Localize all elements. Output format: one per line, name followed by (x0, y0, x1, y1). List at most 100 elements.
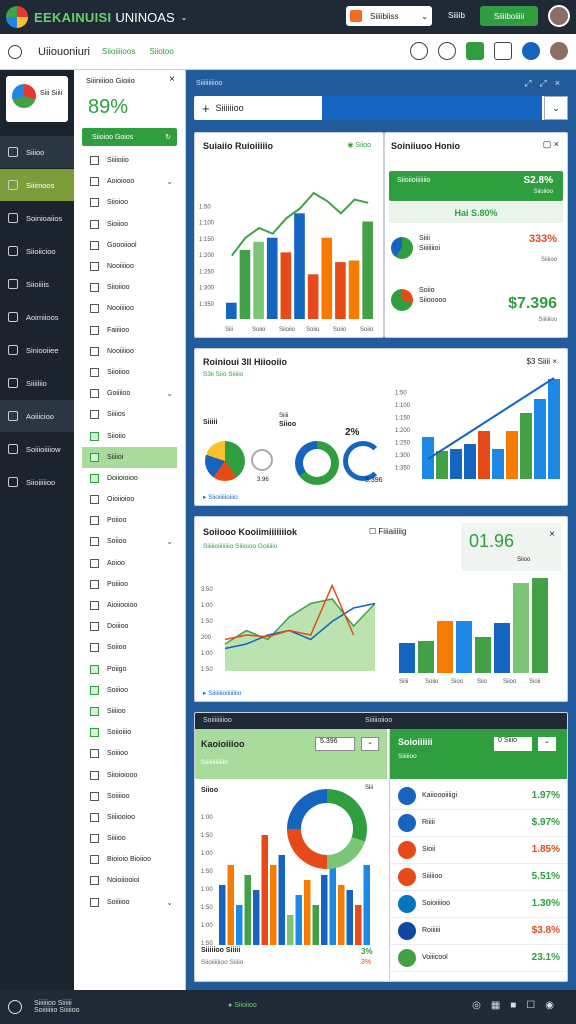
panel-footer[interactable]: ▸ Siiiiiiioiiiiiiiio (203, 689, 241, 697)
list-item[interactable]: Voiiicool 23.1% (390, 945, 567, 972)
filter-row[interactable]: Bioioio Bioiioo (74, 849, 185, 870)
filter-row[interactable]: Aioiiooioo (74, 595, 185, 616)
filter-row[interactable]: Siioiio (74, 425, 185, 446)
checkbox-icon[interactable] (90, 876, 99, 886)
checkbox-icon[interactable] (90, 516, 99, 526)
nav-item-0[interactable]: Siiioo (0, 136, 74, 168)
filter-row[interactable]: Siioioo (74, 192, 185, 213)
filter-row[interactable]: Goooiiool (74, 235, 185, 256)
checkbox-icon[interactable] (90, 558, 99, 568)
checkbox-icon[interactable] (90, 198, 99, 208)
checkbox-icon[interactable] (90, 643, 99, 653)
panel-footer[interactable]: ▸ Siioiiiiioiiio (203, 493, 238, 501)
checkbox-icon[interactable] (90, 367, 99, 377)
nav-item-7[interactable]: Siiiiliio (0, 367, 74, 399)
primary-action-button[interactable]: Siiiiboiiiii (480, 6, 538, 26)
filter-row[interactable]: Goiiiioo ⌄ (74, 383, 185, 404)
filter-row[interactable]: Poiiioo (74, 574, 185, 595)
list-item[interactable]: Soioiiiioo 1.30% (390, 891, 567, 918)
chevron-icon[interactable]: ⌄ (166, 898, 173, 907)
filter-green-button[interactable]: Siioioo Goios ↻ (82, 128, 177, 146)
checkbox-icon[interactable] (90, 431, 99, 441)
list-item[interactable]: Roiiiiii $3.8% (390, 918, 567, 945)
document-icon[interactable] (494, 42, 512, 60)
filter-row[interactable]: Siiiioo (74, 701, 185, 722)
filter-row[interactable]: Nooiiiioo (74, 298, 185, 319)
checkbox-icon[interactable] (90, 304, 99, 314)
filter-row[interactable]: Siioiioo (74, 362, 185, 383)
filter-row[interactable]: Soiioo ⌄ (74, 531, 185, 552)
list-item[interactable]: Sioii 1.85% (390, 837, 567, 864)
avatar-small[interactable] (550, 42, 568, 60)
filter-row[interactable]: Siiiioiio (74, 150, 185, 171)
list-item[interactable]: Kaiioooiiiigi 1.97% (390, 783, 567, 810)
checkbox-icon[interactable] (90, 622, 99, 632)
globe-icon[interactable] (438, 42, 456, 60)
filter-row[interactable]: Aoioo (74, 553, 185, 574)
checkbox-icon[interactable] (90, 346, 99, 356)
filter-row[interactable]: Siiiioo (74, 828, 185, 849)
settings-icon[interactable] (410, 42, 428, 60)
filter-row[interactable]: Aoioiooo ⌄ (74, 171, 185, 192)
checkbox-icon[interactable] (90, 791, 99, 801)
checkbox-icon[interactable] (90, 601, 99, 611)
filter-row[interactable]: Nooiiiioo (74, 256, 185, 277)
filter-row[interactable]: Oioiioioo (74, 489, 185, 510)
window-icons[interactable]: ⤢⤢× (524, 78, 568, 89)
filter-row[interactable]: Soiiiioo (74, 786, 185, 807)
chevron-down-icon[interactable]: ⌄ (538, 737, 556, 751)
checkbox-icon[interactable] (90, 389, 99, 399)
nav-item-6[interactable]: Siniooiiee (0, 334, 74, 366)
chevron-icon[interactable]: ⌄ (166, 177, 173, 186)
close-icon[interactable]: × (549, 529, 555, 540)
filter-row[interactable]: Soiiioo (74, 743, 185, 764)
checkbox-icon[interactable] (90, 452, 99, 462)
filter-row[interactable]: Siiiios (74, 404, 185, 425)
checkbox-icon[interactable] (90, 749, 99, 759)
bottom-icons[interactable]: ◎▦■☐◉ (472, 1000, 564, 1011)
checkbox-icon[interactable] (90, 473, 99, 483)
right-dropdown[interactable]: 0 Siiio (494, 737, 532, 751)
back-icon[interactable] (8, 44, 22, 59)
nav-item-5[interactable]: Aoimiioos (0, 301, 74, 333)
nav-item-8[interactable]: Aoiiicioo (0, 400, 74, 432)
filter-row[interactable]: Doiioioioo (74, 468, 185, 489)
nav-item-3[interactable]: Siioiicioo (0, 235, 74, 267)
search-bar[interactable]: + Siiiiiioo ⌄ (194, 96, 568, 120)
checkbox-icon[interactable] (90, 410, 99, 420)
checkbox-icon[interactable] (90, 812, 99, 822)
filter-row[interactable]: Soiioiiio (74, 722, 185, 743)
checkbox-icon[interactable] (90, 325, 99, 335)
checkbox-icon[interactable] (90, 240, 99, 250)
checkbox-icon[interactable] (90, 177, 99, 187)
filter-row[interactable]: Poiioo (74, 510, 185, 531)
user-name[interactable]: Siiiib (448, 11, 465, 20)
chevron-down-icon[interactable]: ⌄ (181, 13, 188, 22)
add-icon[interactable]: + (202, 101, 210, 116)
checkbox-icon[interactable] (90, 579, 99, 589)
workspace-dropdown[interactable]: Siiiibiiss ⌄ (346, 6, 432, 26)
filter-row[interactable]: Sioiioo (74, 214, 185, 235)
checkbox-icon[interactable] (90, 834, 99, 844)
checkbox-icon[interactable] (90, 537, 99, 547)
settings-icon[interactable] (8, 1000, 22, 1014)
checkbox-icon[interactable] (90, 283, 99, 293)
filter-row[interactable]: Siioiioo (74, 277, 185, 298)
filter-row[interactable]: Doiiioo (74, 616, 185, 637)
checkbox-icon[interactable] (90, 685, 99, 695)
chevron-down-icon[interactable]: ⌄ (544, 96, 568, 120)
toolbar-link-2[interactable]: Siiotoo (149, 47, 173, 56)
chevron-icon[interactable]: ⌄ (166, 389, 173, 398)
checkbox-icon[interactable] (90, 495, 99, 505)
checkbox-icon[interactable] (90, 706, 99, 716)
filter-row[interactable]: Siioioiooo (74, 764, 185, 785)
close-icon[interactable]: × (169, 74, 175, 85)
filter-row[interactable]: Soiioo (74, 637, 185, 658)
filter-row[interactable]: Siiiioi (82, 446, 177, 468)
filter-checkbox[interactable]: ☐ Fiiiaiiiiig (369, 527, 406, 536)
checkbox-icon[interactable] (90, 728, 99, 738)
filter-row[interactable]: Soiiiioo ⌄ (74, 892, 185, 913)
chevron-down-icon[interactable]: ⌄ (361, 737, 379, 751)
checkbox-icon[interactable] (90, 770, 99, 780)
checkbox-icon[interactable] (90, 262, 99, 272)
